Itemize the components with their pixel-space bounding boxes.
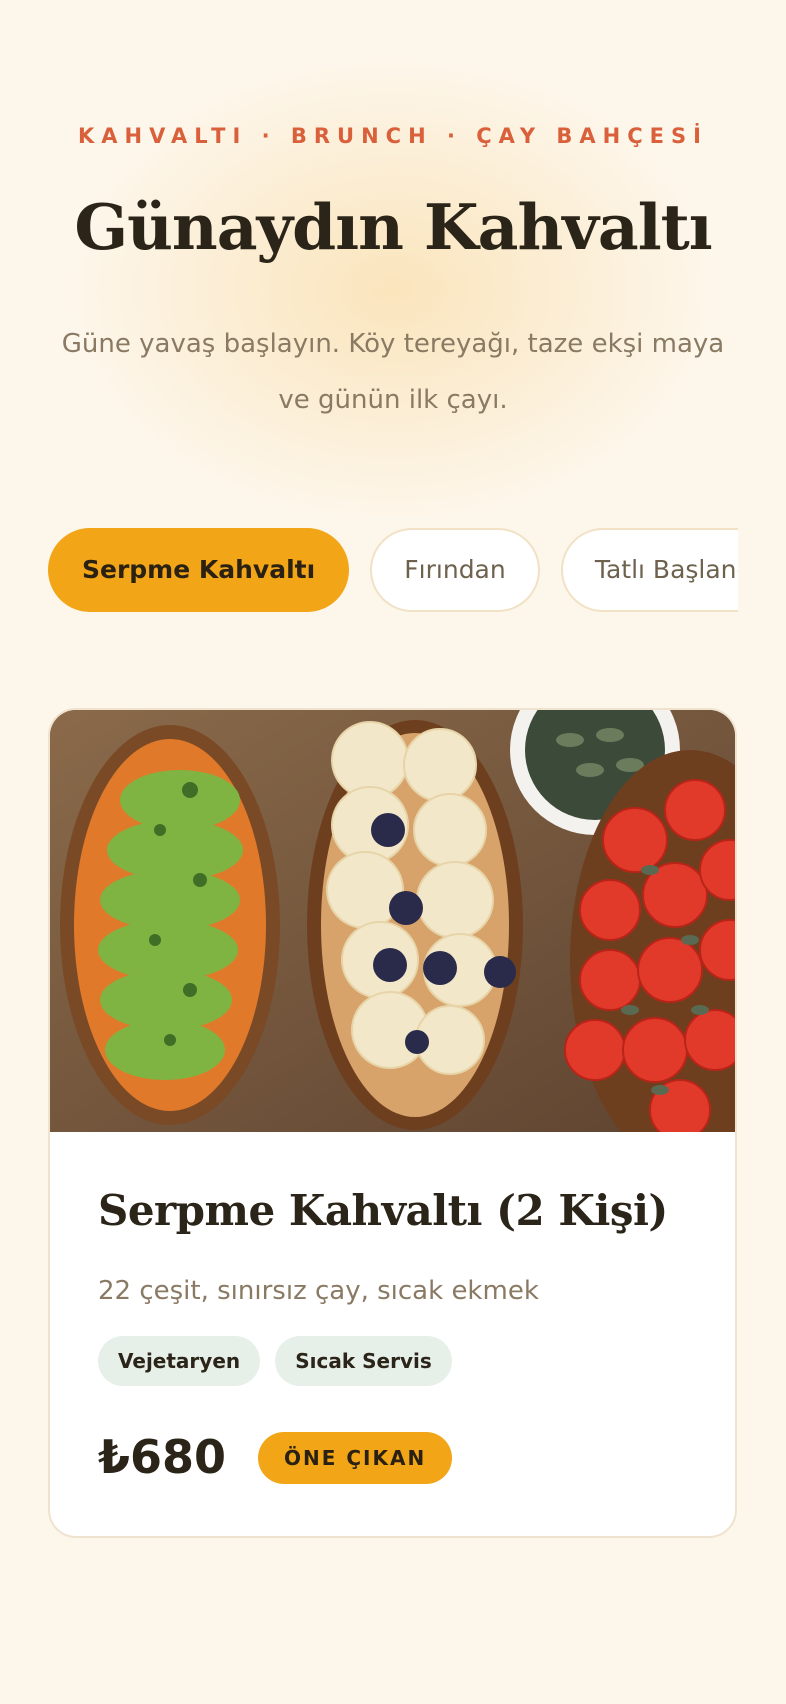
eyebrow-text: KAHVALTI · BRUNCH · ÇAY BAHÇESİ	[78, 124, 708, 148]
menu-item-card[interactable]: Serpme Kahvaltı (2 Kişi) 22 çeşit, sınır…	[48, 708, 737, 1538]
tab-tatli-baslangiclar[interactable]: Tatlı Başlangıçlar	[560, 528, 738, 612]
tag-sicak-servis: Sıcak Servis	[275, 1336, 452, 1386]
dish-description: 22 çeşit, sınırsız çay, sıcak ekmek	[98, 1276, 539, 1306]
dish-price: ₺680	[98, 1430, 227, 1484]
dish-tags: Vejetaryen Sıcak Servis	[98, 1336, 462, 1386]
category-tabs: Serpme Kahvaltı Fırından Tatlı Başlangıç…	[48, 528, 738, 612]
dish-photo	[50, 710, 735, 1132]
tab-firindan[interactable]: Fırından	[370, 528, 540, 612]
page-subtitle: Güne yavaş başlayın. Köy tereyağı, taze …	[61, 329, 725, 415]
tag-vejetaryen: Vejetaryen	[98, 1336, 261, 1386]
dish-title: Serpme Kahvaltı (2 Kişi)	[98, 1186, 668, 1235]
tab-serpme-kahvalti[interactable]: Serpme Kahvaltı	[48, 528, 350, 612]
page-title: Günaydın Kahvaltı	[74, 190, 712, 264]
featured-badge: ÖNE ÇIKAN	[258, 1432, 453, 1484]
